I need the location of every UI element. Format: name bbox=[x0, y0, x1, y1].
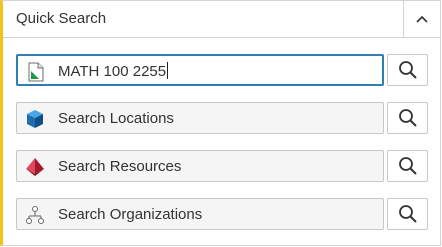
organizations-search-button[interactable] bbox=[387, 198, 428, 230]
resource-pyramid-icon bbox=[26, 158, 44, 176]
locations-search-row: Search Locations bbox=[16, 102, 428, 134]
magnifier-icon bbox=[398, 109, 417, 127]
magnifier-icon bbox=[398, 61, 417, 79]
course-search-value: MATH 100 2255 bbox=[58, 63, 167, 80]
quick-search-panel: Quick Search MATH 100 2255 Search Locati… bbox=[0, 0, 441, 246]
organizations-search-placeholder: Search Organizations bbox=[58, 206, 203, 223]
panel-header: Quick Search bbox=[3, 1, 440, 38]
text-cursor bbox=[167, 62, 169, 79]
collapse-button[interactable] bbox=[403, 1, 440, 37]
resources-search-button[interactable] bbox=[387, 150, 428, 182]
course-search-input[interactable]: MATH 100 2255 bbox=[16, 54, 384, 86]
organizations-search-row: Search Organizations bbox=[16, 198, 428, 230]
chevron-up-icon bbox=[416, 15, 428, 23]
locations-search-placeholder: Search Locations bbox=[58, 110, 174, 127]
magnifier-icon bbox=[398, 157, 417, 175]
resources-search-placeholder: Search Resources bbox=[58, 158, 182, 175]
panel-title: Quick Search bbox=[16, 10, 107, 27]
resources-search-row: Search Resources bbox=[16, 150, 428, 182]
organizations-search-input[interactable]: Search Organizations bbox=[16, 198, 384, 230]
locations-search-input[interactable]: Search Locations bbox=[16, 102, 384, 134]
course-search-row: MATH 100 2255 bbox=[16, 54, 428, 86]
locations-search-button[interactable] bbox=[387, 102, 428, 134]
course-section-icon bbox=[28, 62, 44, 82]
course-search-button[interactable] bbox=[387, 54, 428, 86]
resources-search-input[interactable]: Search Resources bbox=[16, 150, 384, 182]
location-cube-icon bbox=[27, 110, 43, 128]
magnifier-icon bbox=[398, 205, 417, 223]
organization-tree-icon bbox=[26, 206, 44, 224]
